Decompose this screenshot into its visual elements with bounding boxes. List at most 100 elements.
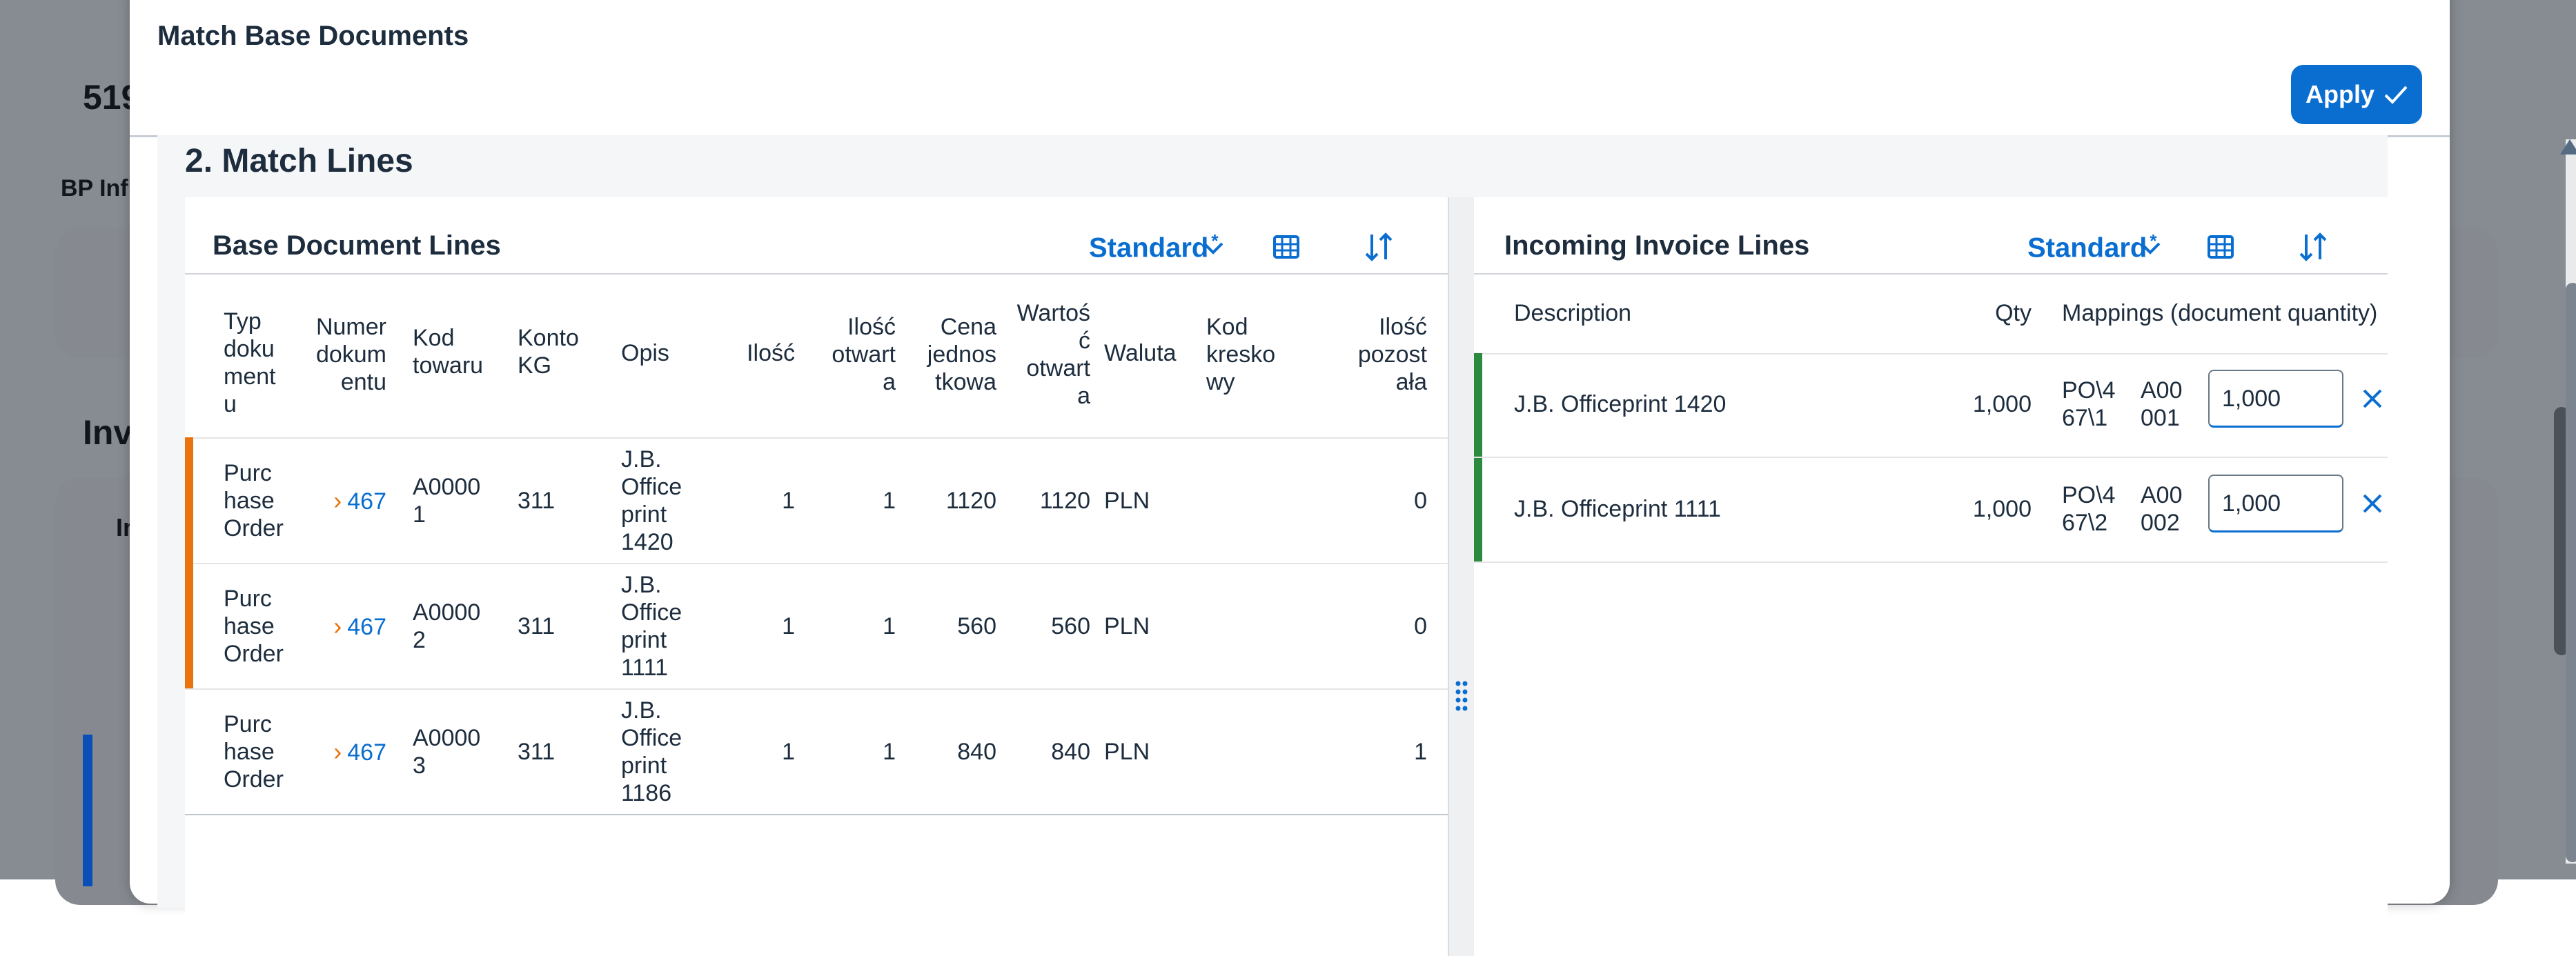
left-variant-selector[interactable]: Standard * xyxy=(1089,230,1218,263)
dialog-body: 2. Match Lines Base Document Lines Stand… xyxy=(157,135,2388,956)
cell-type: Purc hase Order xyxy=(224,711,284,793)
chevron-right-icon: › xyxy=(333,737,342,766)
cell-desc: J.B. Office print 1111 xyxy=(621,572,682,681)
cell-remaining: 1 xyxy=(1414,739,1427,765)
col-cena-jednostkowa[interactable]: Cena jednos tkowa xyxy=(914,313,996,396)
mapping-quantity-input[interactable]: 1,000 xyxy=(2208,475,2343,532)
col-waluta[interactable]: Waluta xyxy=(1104,339,1187,367)
table-row[interactable]: J.B. Officeprint 1111 1,000 PO\4 67\2 A00… xyxy=(1474,458,2388,563)
cell-item: A0000 2 xyxy=(413,599,481,653)
cell-desc: J.B. Office print 1186 xyxy=(621,697,682,806)
cell-desc: J.B. Officeprint 1420 xyxy=(1514,391,1727,417)
cell-currency: PLN xyxy=(1104,488,1150,514)
col-ilosc[interactable]: Ilość xyxy=(723,339,795,367)
cell-currency: PLN xyxy=(1104,613,1150,639)
dialog-title: Match Base Documents xyxy=(157,21,469,51)
table-row[interactable]: Purc hase Order › 467 A0000 3 311 J.B. Office… xyxy=(185,688,1448,815)
cell-open-value: 560 xyxy=(1051,613,1090,639)
cell-unit-price: 560 xyxy=(957,613,996,639)
cell-remaining: 0 xyxy=(1414,613,1427,639)
cell-qty: 1,000 xyxy=(1972,391,2032,417)
left-table-header: Typ doku ment u Numer dokum entu Kod towaru Ko… xyxy=(185,273,1448,439)
column-settings-icon[interactable] xyxy=(2207,233,2234,261)
match-base-documents-dialog: Match Base Documents Apply 2. Match Line… xyxy=(130,0,2576,956)
cell-map-doc: PO\4 67\1 xyxy=(2062,377,2116,431)
drag-handle-icon[interactable] xyxy=(1455,680,1468,712)
background-selection-bar xyxy=(83,735,92,886)
invoice-lines-title: Incoming Invoice Lines xyxy=(1504,230,1810,261)
cell-item: A0000 1 xyxy=(413,474,481,528)
col-mappings[interactable]: Mappings (document quantity) xyxy=(2062,299,2377,327)
cell-desc: J.B. Office print 1420 xyxy=(621,446,682,555)
cell-qty: 1 xyxy=(782,739,795,765)
cell-open-qty: 1 xyxy=(883,613,896,639)
base-document-lines-panel: Base Document Lines Standard * Typ doku men… xyxy=(185,197,1448,956)
col-description[interactable]: Description xyxy=(1514,299,1631,327)
mapping-quantity-input[interactable]: 1,000 xyxy=(2208,370,2343,428)
cell-desc: J.B. Officeprint 1111 xyxy=(1514,496,1721,522)
col-numer-dokumentu[interactable]: Numer dokum entu xyxy=(311,313,386,396)
chevron-down-icon[interactable] xyxy=(1201,237,1226,258)
col-qty[interactable]: Qty xyxy=(1929,299,2032,327)
col-wartosc-otwarta[interactable]: Wartoś ć otwart a xyxy=(1013,299,1090,410)
base-lines-title: Base Document Lines xyxy=(213,230,501,261)
cell-unit-price: 1120 xyxy=(945,488,996,514)
cell-doc-link[interactable]: › 467 xyxy=(311,487,386,515)
cell-qty: 1,000 xyxy=(1972,496,2032,522)
cell-currency: PLN xyxy=(1104,739,1150,765)
table-row[interactable]: J.B. Officeprint 1420 1,000 PO\4 67\1 A00… xyxy=(1474,353,2388,458)
table-row[interactable]: Purc hase Order › 467 A0000 2 311 J.B. Office… xyxy=(185,563,1448,690)
cell-type: Purc hase Order xyxy=(224,586,284,667)
chevron-right-icon: › xyxy=(333,612,342,640)
cell-account: 311 xyxy=(518,488,555,514)
background-section: Inv xyxy=(83,413,133,452)
apply-label: Apply xyxy=(2305,80,2375,108)
col-opis[interactable]: Opis xyxy=(621,339,690,367)
scroll-up-icon[interactable] xyxy=(2560,139,2576,155)
chevron-down-icon[interactable] xyxy=(2138,237,2163,258)
cell-map-doc: PO\4 67\2 xyxy=(2062,482,2116,536)
col-konto-kg[interactable]: Konto KG xyxy=(518,324,593,379)
cell-doc-link[interactable]: › 467 xyxy=(311,738,386,766)
cell-item: A0000 3 xyxy=(413,725,481,779)
right-variant-label: Standard xyxy=(2027,232,2147,263)
dialog-scrollbar-thumb[interactable] xyxy=(2566,283,2576,862)
col-kod-towaru[interactable]: Kod towaru xyxy=(413,324,489,379)
panel-splitter[interactable] xyxy=(1448,197,1477,956)
cell-remaining: 0 xyxy=(1414,488,1427,514)
cell-open-qty: 1 xyxy=(883,488,896,514)
left-variant-label: Standard xyxy=(1089,232,1209,263)
row-status-flag xyxy=(1474,353,1482,457)
cell-open-value: 840 xyxy=(1051,739,1090,765)
col-ilosc-pozostala[interactable]: Ilość pozost ała xyxy=(1344,313,1427,396)
cell-type: Purc hase Order xyxy=(224,460,284,541)
cell-map-item: A00 001 xyxy=(2141,377,2183,431)
col-typ-dokumentu[interactable]: Typ doku ment u xyxy=(224,308,286,418)
row-status-flag xyxy=(185,563,193,688)
cell-doc-link[interactable]: › 467 xyxy=(311,613,386,641)
row-status-flag xyxy=(185,437,193,563)
col-ilosc-otwarta[interactable]: Ilość otwart a xyxy=(820,313,896,396)
cell-qty: 1 xyxy=(782,613,795,639)
cell-unit-price: 840 xyxy=(957,739,996,765)
column-settings-icon[interactable] xyxy=(1272,233,1300,261)
section-title: 2. Match Lines xyxy=(185,143,413,179)
background-tab: BP Inf xyxy=(61,175,128,201)
table-row[interactable]: Purc hase Order › 467 A0000 1 311 J.B. Office… xyxy=(185,437,1448,564)
col-kod-kreskowy[interactable]: Kod kresko wy xyxy=(1206,313,1282,396)
dialog-header: Match Base Documents Apply xyxy=(130,0,2450,137)
checkmark-icon xyxy=(2384,86,2408,104)
cell-account: 311 xyxy=(518,739,555,765)
chevron-right-icon: › xyxy=(333,486,342,515)
apply-button[interactable]: Apply xyxy=(2291,65,2422,124)
cell-account: 311 xyxy=(518,613,555,639)
incoming-invoice-lines-panel: Incoming Invoice Lines Standard * Descrip… xyxy=(1474,197,2388,956)
cell-open-value: 1120 xyxy=(1039,488,1090,514)
sort-icon[interactable] xyxy=(2298,232,2328,262)
close-icon[interactable] xyxy=(2361,388,2383,410)
right-table-header: Description Qty Mappings (document quant… xyxy=(1474,273,2388,355)
sort-icon[interactable] xyxy=(1364,232,1394,262)
close-icon[interactable] xyxy=(2361,492,2383,515)
cell-map-item: A00 002 xyxy=(2141,482,2183,536)
cell-open-qty: 1 xyxy=(883,739,896,765)
